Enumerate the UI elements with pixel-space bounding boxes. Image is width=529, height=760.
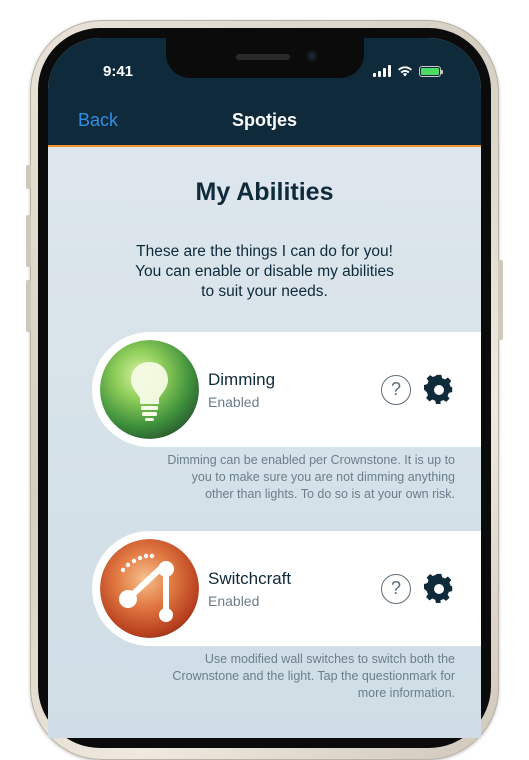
intro-line: to suit your needs.: [201, 283, 328, 300]
wifi-icon: [398, 66, 412, 77]
nav-bar: Back Spotjes: [48, 100, 481, 147]
ability-card-dimming[interactable]: Dimming Enabled ?: [92, 332, 481, 447]
intro-line: You can enable or disable my abilities: [135, 263, 394, 280]
switchcraft-icon: [100, 539, 199, 638]
description-line: Crownstone and the light. Tap the questi…: [172, 669, 455, 683]
gear-icon[interactable]: [423, 374, 455, 406]
ability-description-switchcraft: Use modified wall switches to switch bot…: [135, 651, 455, 702]
ability-status: Enabled: [208, 394, 260, 410]
page-title: My Abilities: [195, 178, 334, 206]
volume-down-button: [26, 280, 31, 332]
battery-icon: [419, 65, 443, 77]
intro-line: These are the things I can do for you!: [136, 243, 393, 260]
nav-title: Spotjes: [231, 110, 297, 130]
description-line: Use modified wall switches to switch bot…: [204, 652, 455, 666]
description-line: more information.: [357, 686, 455, 700]
ability-description-dimming: Dimming can be enabled per Crownstone. I…: [135, 452, 455, 503]
lightbulb-icon: [100, 340, 199, 439]
help-button[interactable]: ?: [381, 574, 411, 604]
ability-name: Switchcraft: [208, 569, 292, 588]
front-camera: [306, 50, 318, 62]
intro-text: These are the things I can do for you! Y…: [108, 242, 421, 302]
power-button: [498, 260, 503, 340]
cellular-signal-icon: [373, 65, 391, 77]
description-line: other than lights. To do so is at your o…: [205, 487, 455, 501]
description-line: you to make sure you are not dimming any…: [191, 470, 455, 484]
ability-status: Enabled: [208, 593, 260, 609]
speaker: [236, 54, 290, 60]
status-time: 9:41: [103, 63, 134, 80]
description-line: Dimming can be enabled per Crownstone. I…: [167, 453, 455, 467]
status-icons: [373, 65, 443, 77]
help-button[interactable]: ?: [381, 375, 411, 405]
gear-icon[interactable]: [423, 573, 455, 605]
ability-card-switchcraft[interactable]: Switchcraft Enabled ?: [92, 531, 481, 646]
volume-up-button: [26, 215, 31, 267]
ability-name: Dimming: [208, 370, 276, 389]
screen: 9:41 Back Spotjes My Abilities These are…: [48, 38, 481, 738]
mute-switch: [26, 165, 31, 189]
notch: [166, 38, 364, 78]
